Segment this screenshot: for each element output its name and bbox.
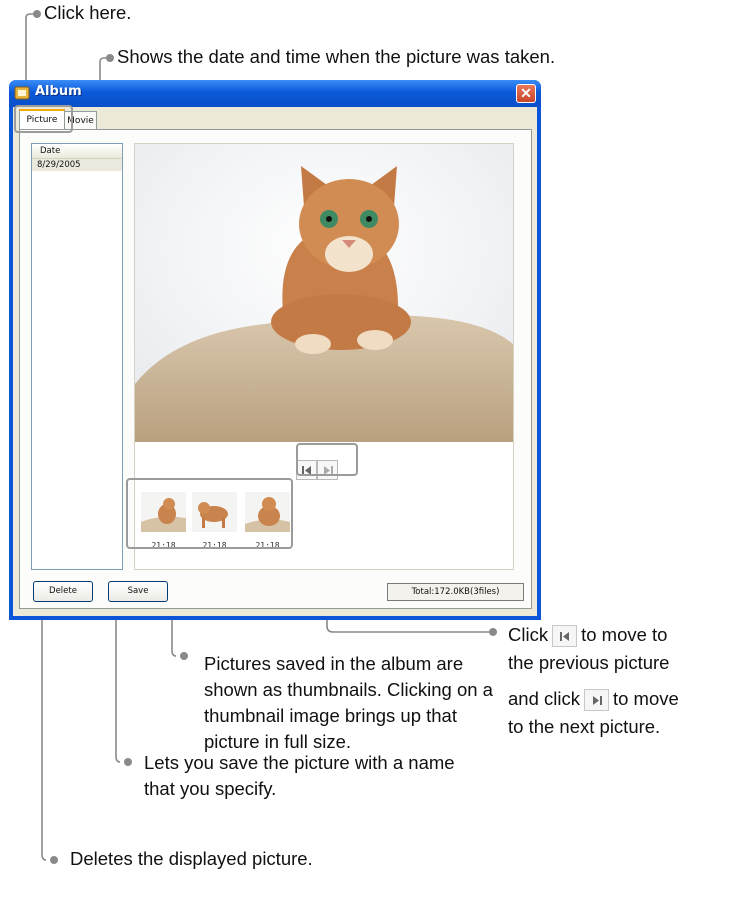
thumbnails-highlight [126, 478, 293, 549]
callout-prev-next: Click to move to the previous picture and… [508, 622, 679, 740]
previous-picture-icon [560, 632, 570, 642]
callout-dot [106, 54, 114, 62]
delete-button[interactable]: Delete [33, 581, 93, 602]
cat-photo [135, 144, 513, 442]
title-bar[interactable]: Album ✕ [9, 80, 541, 107]
callout-prev-text-2: to move to [581, 624, 668, 645]
main-picture [135, 144, 513, 442]
callout-delete: Deletes the displayed picture. [70, 848, 313, 869]
total-size-display: Total:172.0KB(3files) [387, 583, 524, 601]
callout-thumbnails: Pictures saved in the album are shown as… [204, 653, 493, 752]
callout-prev-text-3: the previous picture [508, 652, 670, 673]
tab-picture[interactable]: Picture [19, 109, 65, 129]
date-list-item[interactable]: 8/29/2005 [32, 159, 122, 171]
callout-dot [33, 10, 41, 18]
callout-dot [50, 856, 58, 864]
callout-dot [124, 758, 132, 766]
close-button[interactable]: ✕ [516, 84, 536, 103]
album-app-icon [14, 86, 30, 100]
callout-dot [489, 628, 497, 636]
callout-prev-text-1: Click [508, 624, 549, 645]
date-column-header[interactable]: Date [32, 144, 122, 159]
callout-next-text-3: to the next picture. [508, 716, 661, 737]
save-button[interactable]: Save [108, 581, 168, 602]
next-button-sample [583, 689, 609, 712]
date-list[interactable]: Date 8/29/2005 [31, 143, 123, 570]
callout-next-text-2: to move [612, 688, 679, 709]
callout-dot [180, 652, 188, 660]
callout-date-info: Shows the date and time when the picture… [117, 46, 556, 67]
callout-click-here: Click here. [44, 2, 132, 23]
next-picture-icon [592, 696, 602, 706]
callout-save: Lets you save the picture with a name th… [144, 752, 455, 799]
close-icon: ✕ [520, 85, 532, 101]
nav-buttons-highlight [296, 443, 358, 476]
callout-next-text-1: and click [508, 688, 580, 709]
window-title: Album [35, 84, 82, 99]
prev-button-sample [552, 625, 578, 648]
